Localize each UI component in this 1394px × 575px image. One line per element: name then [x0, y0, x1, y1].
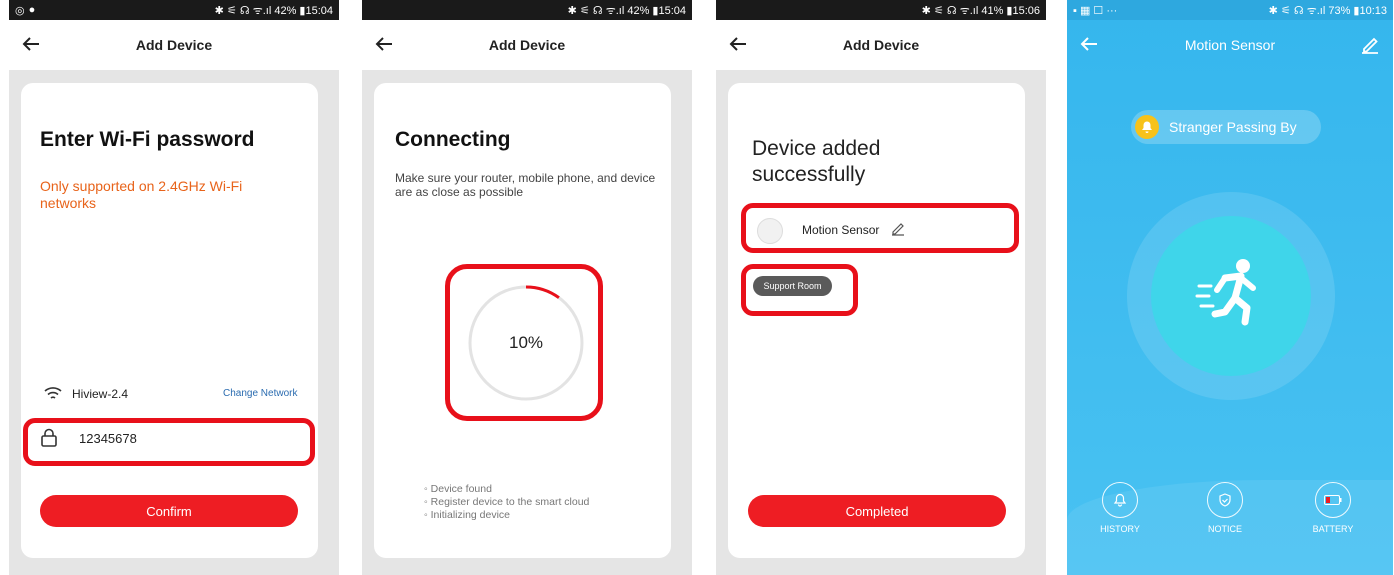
battery-low-icon — [1315, 482, 1351, 518]
shield-check-icon — [1207, 482, 1243, 518]
wifi-band-note: Only supported on 2.4GHz Wi-Fi networks — [40, 178, 243, 211]
bell-icon — [1135, 115, 1159, 139]
heading: Enter Wi-Fi password — [40, 128, 255, 151]
card: Device added successfully Motion Sensor … — [728, 83, 1025, 558]
page-title: Add Device — [135, 37, 213, 53]
completed-button[interactable]: Completed — [748, 495, 1006, 527]
proximity-hint: Make sure your router, mobile phone, and… — [395, 171, 656, 199]
page-title: Add Device — [842, 37, 920, 53]
confirm-button[interactable]: Confirm — [40, 495, 298, 527]
page-title: Motion Sensor — [1184, 37, 1276, 53]
card: Enter Wi-Fi password Only supported on 2… — [21, 83, 318, 558]
status-indicators: ✱ ⚟ ☊ ᯤ.ıl 42% ▮15:04 — [214, 4, 333, 17]
highlight-box-progress — [445, 264, 603, 421]
status-indicators: ✱ ⚟ ☊ ᯤ.ıl 42% ▮15:04 — [567, 4, 686, 17]
alert-status-pill: Stranger Passing By — [1131, 110, 1321, 144]
highlight-box-support-room — [741, 264, 858, 316]
phone-screen-motion-sensor: ▪ ▦ ☐ ··· ✱ ⚟ ☊ ᯤ.ıl 73% ▮10:13 Motion S… — [1067, 0, 1393, 575]
status-bar: ✱ ⚟ ☊ ᯤ.ıl 42% ▮15:04 — [362, 0, 692, 20]
back-arrow-icon[interactable] — [19, 32, 43, 56]
wifi-network-name: Hiview-2.4 — [72, 387, 129, 401]
bell-outline-icon — [1102, 482, 1138, 518]
step-item: ◦ Device found — [424, 483, 492, 495]
nav-battery[interactable]: BATTERY — [1298, 482, 1368, 534]
back-arrow-icon[interactable] — [726, 32, 750, 56]
notification-icons: ▪ ▦ ☐ ··· — [1073, 4, 1118, 17]
page-title: Add Device — [488, 37, 566, 53]
highlight-box-password — [23, 418, 315, 466]
step-list: ◦ Device found ◦ Register device to the … — [424, 483, 589, 522]
status-bar: ✱ ⚟ ☊ ᯤ.ıl 41% ▮15:06 — [716, 0, 1046, 20]
highlight-box-device-name — [741, 203, 1019, 253]
app-bar: Add Device — [716, 20, 1046, 70]
edit-pencil-icon[interactable] — [1359, 34, 1381, 56]
nav-history[interactable]: HISTORY — [1085, 482, 1155, 534]
nav-notice[interactable]: NOTICE — [1190, 482, 1260, 534]
status-bar: ◎ ● ✱ ⚟ ☊ ᯤ.ıl 42% ▮15:04 — [9, 0, 339, 20]
step-item: ◦ Register device to the smart cloud — [424, 496, 590, 508]
status-bar: ▪ ▦ ☐ ··· ✱ ⚟ ☊ ᯤ.ıl 73% ▮10:13 — [1067, 0, 1393, 20]
app-bar: Add Device — [362, 20, 692, 70]
camera-icon: ◎ — [15, 4, 25, 17]
alert-text: Stranger Passing By — [1169, 119, 1297, 135]
status-indicators: ✱ ⚟ ☊ ᯤ.ıl 73% ▮10:13 — [1268, 4, 1387, 17]
app-bar: Motion Sensor — [1067, 20, 1393, 70]
app-bar: Add Device — [9, 20, 339, 70]
phone-screen-connecting: ✱ ⚟ ☊ ᯤ.ıl 42% ▮15:04 Add Device Connect… — [362, 0, 692, 575]
back-arrow-icon[interactable] — [372, 32, 396, 56]
running-person-icon — [1195, 259, 1256, 326]
phone-screen-device-added: ✱ ⚟ ☊ ᯤ.ıl 41% ▮15:06 Add Device Device … — [716, 0, 1046, 575]
heading: Device added successfully — [752, 137, 881, 186]
phone-screen-wifi-password: ◎ ● ✱ ⚟ ☊ ᯤ.ıl 42% ▮15:04 Add Device Ent… — [9, 0, 339, 575]
status-indicators: ✱ ⚟ ☊ ᯤ.ıl 41% ▮15:06 — [921, 4, 1040, 17]
chat-icon: ● — [28, 4, 36, 16]
wifi-icon — [44, 387, 62, 399]
back-arrow-icon[interactable] — [1077, 32, 1101, 56]
step-item: ◦ Initializing device — [424, 509, 511, 521]
heading: Connecting — [395, 128, 511, 151]
change-network-link[interactable]: Change Network — [223, 388, 297, 399]
